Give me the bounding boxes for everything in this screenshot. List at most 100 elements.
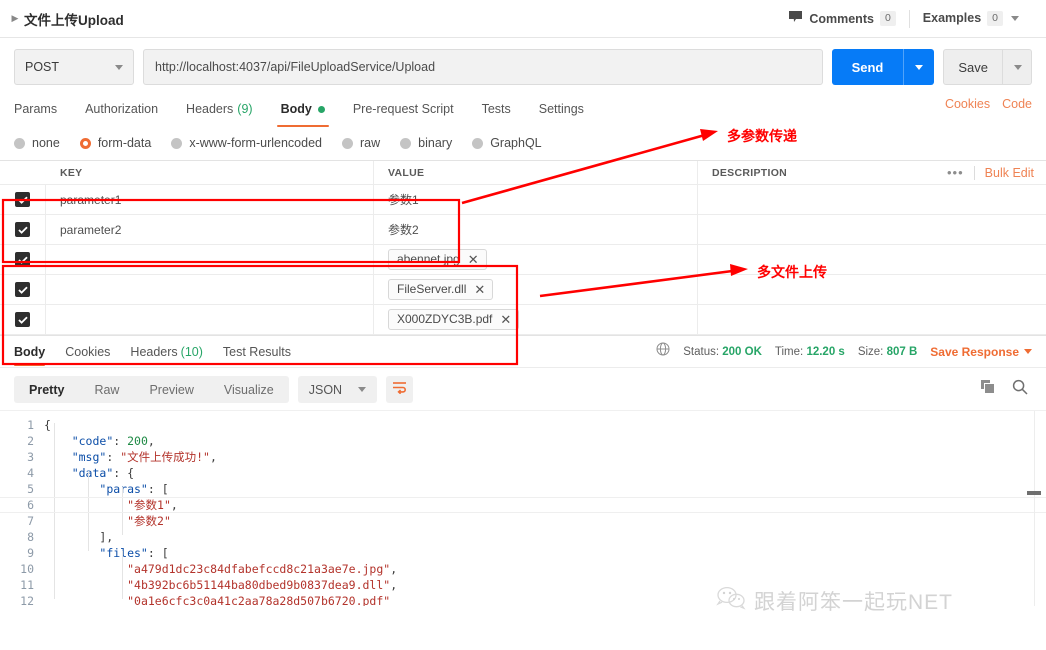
checkbox-checked-icon[interactable] [15, 222, 30, 237]
more-options-icon[interactable]: ••• [947, 165, 964, 180]
table-row[interactable]: abennet.jpg ✕ [0, 245, 1046, 275]
row-key[interactable]: parameter2 [60, 223, 121, 237]
search-icon[interactable] [1012, 379, 1028, 400]
code-line: { [44, 418, 51, 432]
chevron-down-icon[interactable] [1024, 349, 1032, 354]
send-options-button[interactable] [904, 64, 934, 70]
time-badge: Time: 12.20 s [775, 346, 845, 358]
radio-selected-icon [79, 137, 91, 149]
checkbox-checked-icon[interactable] [15, 252, 30, 267]
row-key[interactable]: parameter1 [60, 193, 121, 207]
response-format-select[interactable]: JSON [297, 376, 378, 403]
view-raw[interactable]: Raw [79, 376, 134, 403]
table-row[interactable]: X000ZDYC3B.pdf ✕ [0, 305, 1046, 335]
tab-body[interactable]: Body [267, 97, 339, 127]
file-chip[interactable]: FileServer.dll ✕ [388, 279, 494, 300]
tab-pre-request-script[interactable]: Pre-request Script [339, 97, 468, 121]
scrollbar-thumb[interactable] [1027, 491, 1041, 495]
tab-label: Authorization [85, 102, 159, 116]
code-link[interactable]: Code [1002, 97, 1032, 111]
code-line: "a479d1dc23c84dfabefccd8c21a3ae7e.jpg", [127, 562, 398, 576]
watermark: 跟着阿笨一起玩NET [716, 586, 953, 616]
tab-headers[interactable]: Headers (9) [172, 97, 267, 121]
option-label: GraphQL [490, 136, 542, 150]
annotation-label-multi-file: 多文件上传 [757, 264, 827, 280]
row-checkbox-cell[interactable] [0, 275, 46, 304]
response-tabs-bar: Body Cookies Headers (10) Test Results S… [0, 335, 1046, 367]
body-type-binary[interactable]: binary [400, 136, 452, 150]
view-visualize[interactable]: Visualize [209, 376, 289, 403]
wrap-lines-button[interactable] [386, 376, 414, 403]
row-checkbox-cell[interactable] [0, 305, 46, 334]
examples-button[interactable]: Examples 0 [910, 10, 1032, 27]
option-label: form-data [97, 136, 152, 150]
cookies-link[interactable]: Cookies [945, 97, 990, 111]
tab-authorization[interactable]: Authorization [71, 97, 172, 121]
row-value[interactable]: 参数2 [388, 221, 419, 238]
indent-guide [122, 551, 123, 599]
code-line: "files": [ [99, 546, 169, 560]
remove-file-icon[interactable]: ✕ [468, 253, 479, 266]
tab-settings[interactable]: Settings [525, 97, 598, 121]
chevron-down-icon[interactable] [115, 64, 123, 70]
size-label: Size: [857, 345, 884, 358]
comments-button[interactable]: Comments 0 [775, 10, 908, 28]
row-checkbox-cell[interactable] [0, 245, 46, 274]
option-label: x-www-form-urlencoded [189, 136, 322, 150]
view-pretty[interactable]: Pretty [14, 376, 79, 403]
chevron-down-icon[interactable] [1011, 15, 1019, 21]
response-body-viewer[interactable]: 1 2 3 4 5 6 7 8 9 10 11 12 { "code": 200, "msg": "文… [0, 410, 1046, 606]
table-row[interactable]: FileServer.dll ✕ [0, 275, 1046, 305]
checkbox-checked-icon[interactable] [15, 282, 30, 297]
copy-icon[interactable] [980, 379, 996, 400]
url-input[interactable]: http://localhost:4037/api/FileUploadServ… [143, 49, 823, 85]
tab-tests[interactable]: Tests [468, 97, 525, 121]
response-tab-headers[interactable]: Headers (10) [130, 337, 202, 367]
chevron-down-icon[interactable] [358, 387, 367, 392]
file-chip[interactable]: X000ZDYC3B.pdf ✕ [388, 309, 520, 330]
view-preview[interactable]: Preview [134, 376, 208, 403]
remove-file-icon[interactable]: ✕ [474, 283, 485, 296]
comment-icon [788, 10, 803, 28]
row-value[interactable]: 参数1 [388, 191, 419, 208]
body-type-raw[interactable]: raw [342, 136, 380, 150]
line-number: 3 [27, 450, 34, 464]
row-checkbox-cell[interactable] [0, 185, 46, 214]
tab-label: Pre-request Script [352, 102, 454, 116]
collapse-arrow-icon[interactable]: ▶ [8, 12, 22, 26]
code-line: "paras": [ [99, 482, 169, 496]
body-type-graphql[interactable]: GraphQL [472, 136, 542, 150]
scrollbar-track[interactable] [1034, 411, 1035, 606]
table-header-row: KEY VALUE DESCRIPTION ••• Bulk Edit [0, 161, 1046, 185]
header-value: VALUE [374, 161, 698, 184]
wechat-icon [716, 586, 746, 616]
code-line: "data": { [71, 466, 135, 480]
send-button[interactable]: Send [831, 49, 935, 85]
body-type-none[interactable]: none [14, 136, 60, 150]
checkbox-checked-icon[interactable] [15, 192, 30, 207]
table-row[interactable]: parameter1 参数1 [0, 185, 1046, 215]
body-type-x-www-form-urlencoded[interactable]: x-www-form-urlencoded [171, 136, 322, 150]
tab-params[interactable]: Params [14, 97, 71, 121]
url-value: http://localhost:4037/api/FileUploadServ… [155, 60, 436, 74]
radio-icon [400, 137, 412, 149]
bulk-edit-link[interactable]: Bulk Edit [985, 166, 1034, 180]
table-row[interactable]: parameter2 参数2 [0, 215, 1046, 245]
row-checkbox-cell[interactable] [0, 215, 46, 244]
body-type-form-data[interactable]: form-data [79, 136, 152, 150]
headers-count: (10) [180, 344, 203, 359]
file-chip[interactable]: abennet.jpg ✕ [388, 249, 487, 270]
remove-file-icon[interactable]: ✕ [500, 313, 511, 326]
request-name: 文件上传Upload [24, 12, 124, 28]
time-label: Time: [774, 345, 804, 358]
save-response-button[interactable]: Save Response [930, 345, 1032, 359]
save-button[interactable]: Save [943, 49, 1032, 85]
response-tab-test-results[interactable]: Test Results [223, 337, 291, 367]
save-options-button[interactable] [1003, 64, 1031, 70]
method-select[interactable]: POST [14, 49, 134, 85]
checkbox-checked-icon[interactable] [15, 312, 30, 327]
line-number: 5 [27, 482, 34, 496]
response-tab-cookies[interactable]: Cookies [65, 337, 110, 367]
response-tab-body[interactable]: Body [14, 337, 46, 367]
globe-icon [656, 342, 670, 361]
